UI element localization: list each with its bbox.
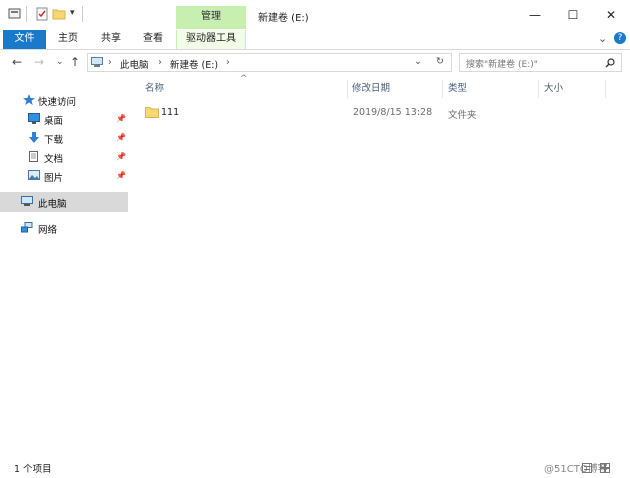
nav-label: 桌面 (44, 116, 64, 127)
picture-icon (28, 170, 40, 180)
refresh-icon[interactable]: ↻ (436, 56, 444, 67)
column-divider[interactable] (442, 80, 443, 98)
nav-item-network[interactable]: 网络 (0, 218, 128, 238)
maximize-button[interactable]: ☐ (554, 0, 592, 30)
search-input[interactable]: 搜索"新建卷 (E:)" (466, 57, 538, 70)
crumb-drive-e[interactable]: 新建卷 (E:) (170, 57, 218, 71)
nav-label: 文档 (44, 154, 64, 165)
nav-quick-access[interactable]: 快速访问 (0, 90, 128, 110)
search-box[interactable]: 搜索"新建卷 (E:)" (459, 53, 622, 72)
address-box[interactable]: › 此电脑 › 新建卷 (E:) › ⌄ ↻ (87, 53, 452, 72)
pin-icon[interactable]: 📌 (116, 171, 126, 180)
new-folder-icon[interactable] (52, 7, 66, 21)
column-divider[interactable] (605, 80, 606, 98)
file-modified: 2019/8/15 13:28 (353, 107, 433, 118)
nav-label: 快速访问 (38, 97, 77, 108)
pin-icon[interactable]: 📌 (116, 133, 126, 142)
qa-divider (26, 6, 27, 22)
column-header-modified[interactable]: 修改日期 (352, 78, 390, 100)
large-icons-view-icon[interactable] (600, 463, 610, 473)
ribbon-collapse-icon[interactable]: ⌄ (598, 32, 607, 45)
checklist-icon[interactable] (35, 7, 49, 21)
context-tab-manage[interactable]: 管理 (176, 6, 246, 29)
nav-label: 网络 (38, 225, 58, 236)
file-name[interactable]: 111 (161, 107, 179, 118)
forward-arrow-icon[interactable]: → (34, 55, 44, 69)
column-divider[interactable] (347, 80, 348, 98)
document-icon (29, 151, 38, 162)
close-button[interactable]: ✕ (592, 0, 630, 30)
nav-item-documents[interactable]: 文档 📌 (0, 147, 128, 167)
details-view-icon[interactable] (582, 463, 592, 473)
search-icon[interactable] (605, 58, 615, 68)
back-arrow-icon[interactable]: ← (12, 55, 22, 69)
nav-item-this-pc[interactable]: 此电脑 (0, 192, 128, 212)
title-bar: ▾ 管理 新建卷 (E:) — ☐ ✕ (0, 0, 630, 30)
pin-icon[interactable]: 📌 (116, 114, 126, 123)
network-icon (21, 222, 33, 233)
qa-divider (82, 6, 83, 22)
tab-share[interactable]: 共享 (95, 30, 127, 49)
nav-label: 图片 (44, 173, 64, 184)
nav-label: 此电脑 (38, 199, 67, 210)
column-headers: ^ 名称 修改日期 类型 大小 (138, 74, 618, 100)
sort-ascending-icon: ^ (240, 74, 248, 84)
nav-item-downloads[interactable]: 下载 📌 (0, 128, 128, 148)
qa-dropdown-icon[interactable]: ▾ (70, 8, 75, 18)
star-icon (23, 94, 35, 105)
tab-drive-tools[interactable]: 驱动器工具 (176, 30, 246, 49)
tab-home[interactable]: 主页 (52, 30, 84, 49)
nav-item-desktop[interactable]: 桌面 📌 (0, 109, 128, 129)
ribbon-tabs: 文件 主页 共享 查看 驱动器工具 ⌄ ? (0, 30, 630, 50)
up-arrow-icon[interactable]: ↑ (70, 55, 80, 69)
file-type: 文件夹 (448, 110, 477, 121)
status-bar: 1 个项目 @51CTO博客 (0, 458, 630, 478)
file-row[interactable]: 111 2019/8/15 13:28 文件夹 (138, 103, 608, 123)
column-divider[interactable] (538, 80, 539, 98)
help-icon[interactable]: ? (614, 32, 626, 44)
recent-dropdown-icon[interactable]: ⌄ (56, 57, 64, 67)
column-header-size[interactable]: 大小 (544, 78, 563, 100)
tab-view[interactable]: 查看 (137, 30, 169, 49)
window-title: 新建卷 (E:) (258, 13, 309, 24)
nav-label: 下载 (44, 135, 64, 146)
column-header-type[interactable]: 类型 (448, 78, 467, 100)
crumb-separator[interactable]: › (158, 57, 162, 68)
crumb-separator[interactable]: › (226, 57, 230, 68)
download-arrow-icon (29, 132, 39, 143)
navigation-pane: 快速访问 桌面 📌 下载 📌 文档 📌 图片 📌 此电脑 网络 (0, 80, 128, 455)
minimize-button[interactable]: — (516, 0, 554, 30)
item-count: 1 个项目 (14, 464, 52, 475)
crumb-this-pc[interactable]: 此电脑 (120, 57, 149, 71)
computer-icon (21, 196, 33, 206)
column-header-name[interactable]: 名称 (145, 78, 164, 100)
address-dropdown-icon[interactable]: ⌄ (414, 56, 422, 67)
tab-file[interactable]: 文件 (3, 30, 46, 49)
folder-icon (145, 107, 159, 118)
crumb-separator[interactable]: › (108, 57, 112, 68)
watermark: @51CTO博客 (544, 464, 608, 475)
nav-item-pictures[interactable]: 图片 📌 (0, 166, 128, 186)
properties-icon[interactable] (8, 7, 22, 21)
desktop-icon (28, 113, 40, 124)
computer-icon (91, 57, 103, 67)
address-bar-row: ← → ⌄ ↑ › 此电脑 › 新建卷 (E:) › ⌄ ↻ 搜索"新建卷 (E… (0, 50, 630, 76)
pin-icon[interactable]: 📌 (116, 152, 126, 161)
